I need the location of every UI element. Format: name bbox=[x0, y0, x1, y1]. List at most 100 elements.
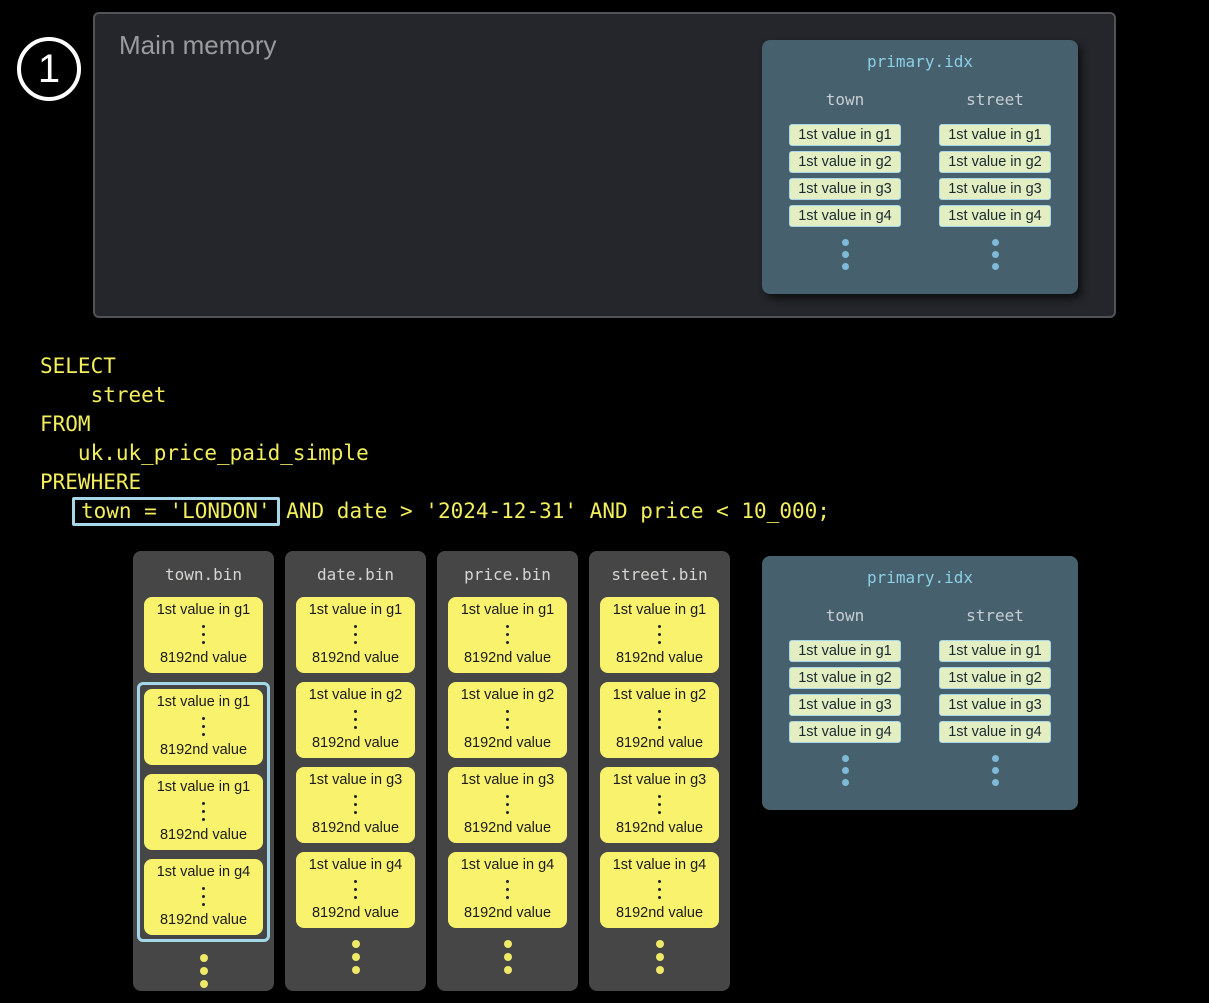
dot bbox=[506, 803, 509, 806]
dot bbox=[354, 880, 357, 883]
dot bbox=[202, 625, 205, 628]
granule-block: 1st value in g18192nd value bbox=[144, 597, 263, 673]
dot bbox=[354, 896, 357, 899]
granule-last-value: 8192nd value bbox=[616, 819, 703, 837]
sql-query: SELECT street FROM uk.uk_price_paid_simp… bbox=[40, 352, 830, 526]
column-file-street-bin: street.bin1st value in g18192nd value1st… bbox=[589, 551, 730, 991]
granule-first-value: 1st value in g2 bbox=[309, 686, 403, 704]
column-file-town-bin: town.bin1st value in g18192nd value1st v… bbox=[133, 551, 274, 991]
granule-first-value: 1st value in g3 bbox=[613, 771, 707, 789]
index-column-town: town1st value in g11st value in g21st va… bbox=[780, 71, 910, 272]
granule-last-value: 8192nd value bbox=[312, 904, 399, 922]
prewhere-town-predicate-highlight: town = 'LONDON' bbox=[72, 497, 280, 526]
index-mark-entry: 1st value in g4 bbox=[939, 721, 1051, 743]
dot bbox=[842, 239, 849, 246]
granule-block: 1st value in g4 8192nd value bbox=[144, 859, 263, 935]
dot bbox=[506, 880, 509, 883]
granule-last-value: 8192nd value bbox=[464, 819, 551, 837]
granule-block: 1st value in g28192nd value bbox=[600, 682, 719, 758]
dot bbox=[202, 810, 205, 813]
dot bbox=[656, 966, 664, 974]
primary-idx-columns: town 1st value in g1 1st value in g2 1st va… bbox=[762, 587, 1078, 788]
granule-block: 1st value in g18192nd value bbox=[600, 597, 719, 673]
selected-granules-highlight: 1st value in g18192nd value1st value in … bbox=[137, 682, 270, 942]
column-file-date-bin: date.bin1st value in g18192nd value1st v… bbox=[285, 551, 426, 991]
granule-block: 1st value in g3 8192nd value bbox=[448, 767, 567, 843]
dot bbox=[200, 954, 208, 962]
granule-first-value: 1st value in g1 bbox=[157, 693, 251, 711]
index-mark-entry: 1st value in g1 bbox=[939, 640, 1051, 662]
dot bbox=[506, 726, 509, 729]
granule-first-value: 1st value in g1 bbox=[461, 601, 555, 619]
granule-rows-ellipsis bbox=[506, 792, 509, 816]
index-mark-entry: 1st value in g1 bbox=[789, 640, 901, 662]
primary-idx-panel-memory: primary.idxtown1st value in g11st value … bbox=[762, 40, 1078, 294]
granule-last-value: 8192nd value bbox=[464, 734, 551, 752]
granule-last-value: 8192nd value bbox=[160, 911, 247, 929]
dot bbox=[992, 767, 999, 774]
granule-block: 1st value in g1 8192nd value bbox=[296, 597, 415, 673]
prewhere-diagram: 1 Main memory primary.idxtown1st value i… bbox=[0, 0, 1209, 1003]
more-granules-ellipsis bbox=[589, 937, 730, 976]
dot bbox=[842, 251, 849, 258]
granule-rows-ellipsis bbox=[354, 792, 357, 816]
more-granules-ellipsis bbox=[437, 937, 578, 976]
dot bbox=[842, 263, 849, 270]
granule-first-value: 1st value in g1 bbox=[309, 601, 403, 619]
granule-last-value: 8192nd value bbox=[616, 649, 703, 667]
dot bbox=[354, 710, 357, 713]
granule-block: 1st value in g18192nd value bbox=[144, 689, 263, 765]
step-number: 1 bbox=[38, 47, 60, 92]
dot bbox=[506, 710, 509, 713]
granule-rows-ellipsis bbox=[658, 792, 661, 816]
dot bbox=[506, 888, 509, 891]
granule-first-value: 1st value in g4 bbox=[157, 863, 251, 881]
dot bbox=[506, 633, 509, 636]
granule-last-value: 8192nd value bbox=[616, 904, 703, 922]
index-mark-entry: 1st value in g4 bbox=[789, 721, 901, 743]
granule-rows-ellipsis bbox=[202, 622, 205, 646]
dot bbox=[504, 940, 512, 948]
primary-idx-title: primary.idx bbox=[762, 52, 1078, 71]
granule-last-value: 8192nd value bbox=[312, 649, 399, 667]
dot bbox=[992, 263, 999, 270]
granule-rows-ellipsis bbox=[354, 877, 357, 901]
more-granules-ellipsis bbox=[133, 951, 274, 990]
granule-last-value: 8192nd value bbox=[312, 819, 399, 837]
dot bbox=[352, 940, 360, 948]
index-mark-entry: 1st value in g3 bbox=[789, 178, 901, 200]
column-header: town bbox=[780, 606, 910, 625]
dot bbox=[658, 625, 661, 628]
column-file-title: price.bin bbox=[437, 565, 578, 584]
dot bbox=[504, 953, 512, 961]
primary-idx-panel-disk: primary.idx town 1st value in g1 1st value … bbox=[762, 556, 1078, 810]
column-file-price-bin: price.bin1st value in g18192nd value1st … bbox=[437, 551, 578, 991]
dot bbox=[354, 795, 357, 798]
dot bbox=[658, 896, 661, 899]
granule-rows-ellipsis bbox=[202, 884, 205, 908]
dot bbox=[842, 767, 849, 774]
dot bbox=[506, 641, 509, 644]
column-header: street bbox=[930, 606, 1060, 625]
granule-block: 1st value in g28192nd value bbox=[448, 682, 567, 758]
dot bbox=[354, 803, 357, 806]
primary-idx-title: primary.idx bbox=[762, 568, 1078, 587]
dot bbox=[352, 953, 360, 961]
granule-first-value: 1st value in g1 bbox=[157, 778, 251, 796]
dot bbox=[202, 733, 205, 736]
column-header: street bbox=[930, 90, 1060, 109]
dot bbox=[202, 802, 205, 805]
dot bbox=[992, 755, 999, 762]
dot bbox=[202, 818, 205, 821]
granule-rows-ellipsis bbox=[202, 714, 205, 738]
index-mark-entry: 1st value in g2 bbox=[789, 667, 901, 689]
granule-rows-ellipsis bbox=[658, 622, 661, 646]
dot bbox=[354, 641, 357, 644]
dot bbox=[658, 726, 661, 729]
granule-block: 1st value in g18192nd value bbox=[144, 774, 263, 850]
granule-last-value: 8192nd value bbox=[616, 734, 703, 752]
granule-first-value: 1st value in g4 bbox=[461, 856, 555, 874]
granule-first-value: 1st value in g3 bbox=[461, 771, 555, 789]
index-mark-entry: 1st value in g3 bbox=[939, 694, 1051, 716]
column-file-title: date.bin bbox=[285, 565, 426, 584]
